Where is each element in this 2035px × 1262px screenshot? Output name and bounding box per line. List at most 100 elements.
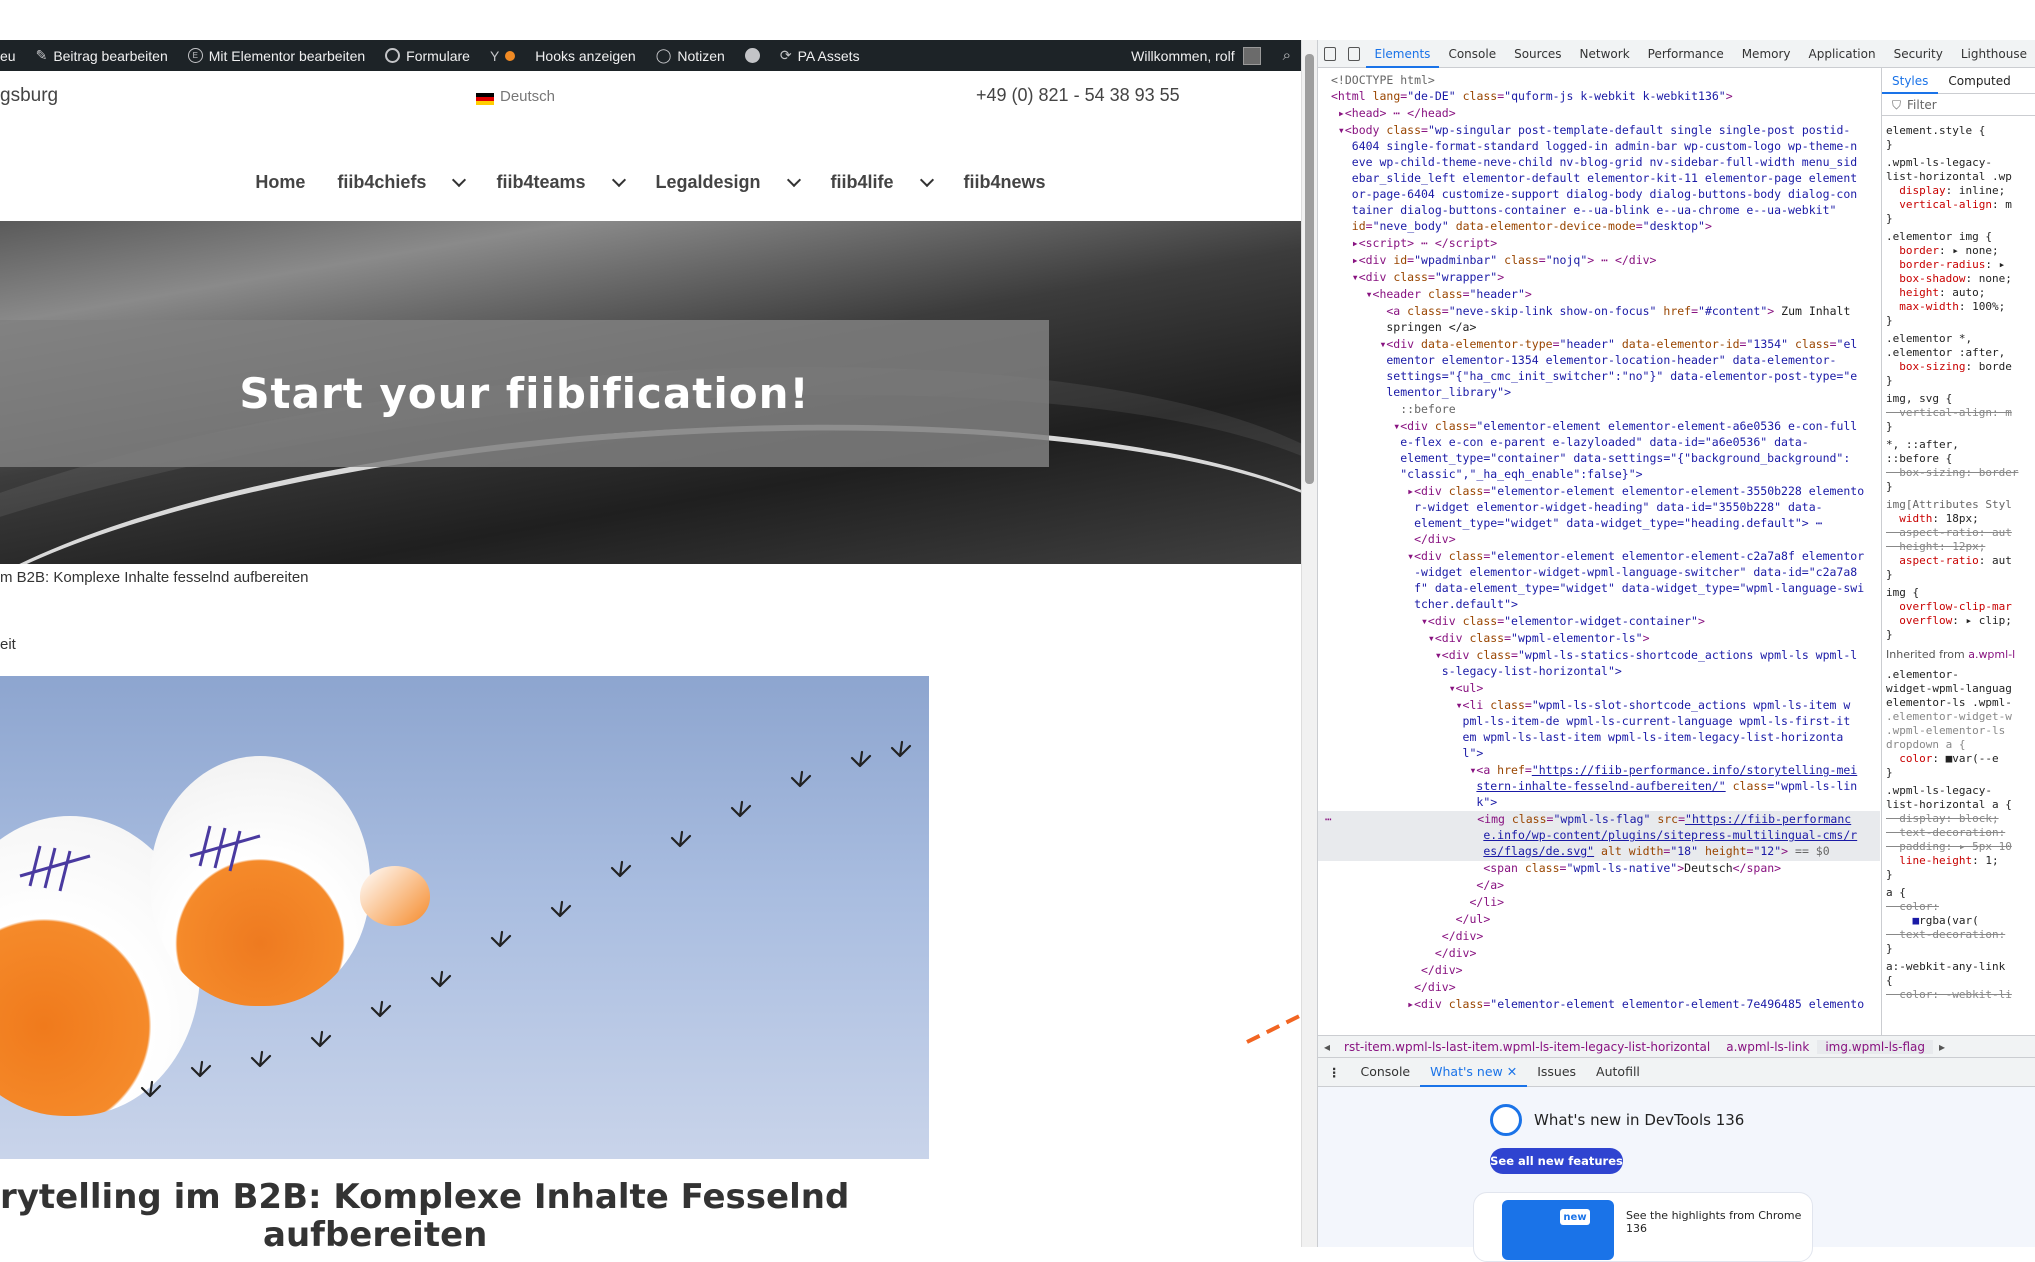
style-rule[interactable]: .wpml-elementor-ls (1886, 724, 2005, 738)
dom-line[interactable]: ▾<a href="https://fiib-performance.info/… (1331, 762, 1857, 779)
dom-line[interactable]: ▸<head> ⋯ </head> (1331, 105, 1456, 122)
dom-line[interactable]: ▾<div class="elementor-element elementor… (1331, 548, 1864, 565)
tab-lighthouse[interactable]: Lighthouse (1952, 40, 2035, 68)
dom-line[interactable]: </div> (1331, 979, 1456, 996)
dom-line[interactable]: </div> (1331, 531, 1456, 548)
style-rule[interactable]: box-shadow: none; (1886, 272, 2012, 286)
style-rule[interactable]: border-radius: ▸ (1886, 258, 2005, 272)
style-rule[interactable]: display: inline; (1886, 184, 2005, 198)
dom-line[interactable]: lementor_library"> (1331, 384, 1511, 401)
dom-line[interactable]: l"> (1331, 745, 1484, 762)
admin-item-notes[interactable]: ◯ Notizen (656, 47, 725, 64)
style-rule[interactable]: } (1886, 314, 1893, 328)
dom-line[interactable]: <html lang="de-DE" class="quform-js k-we… (1331, 88, 1733, 105)
style-rule[interactable]: a { (1886, 886, 1906, 900)
style-rule[interactable]: } (1886, 374, 1893, 388)
dom-line[interactable]: </a> (1331, 877, 1504, 894)
style-rule[interactable]: width: 18px; (1886, 512, 1978, 526)
style-rule[interactable]: } (1886, 942, 1893, 956)
tab-elements[interactable]: Elements (1365, 40, 1440, 68)
tab-sources[interactable]: Sources (1505, 40, 1570, 68)
see-all-features-button[interactable]: See all new features (1490, 1148, 1623, 1174)
admin-item-pa-assets[interactable]: ⟳ PA Assets (780, 47, 860, 64)
page-scrollbar[interactable] (1301, 40, 1317, 1247)
dom-line[interactable]: ▸<script> ⋯ </script> (1331, 235, 1497, 252)
nav-item-legaldesign[interactable]: Legaldesign (656, 172, 801, 193)
dom-line[interactable]: </li> (1331, 894, 1504, 911)
style-rule[interactable]: *, ::after, (1886, 438, 1959, 452)
style-rule[interactable]: list-horizontal a { (1886, 798, 2012, 812)
admin-item-plugin[interactable] (744, 48, 760, 63)
kebab-menu-icon[interactable]: ⋮ (1318, 1065, 1351, 1080)
style-rule[interactable]: padding: ▸ 5px 10 (1886, 840, 2012, 854)
style-rule[interactable]: color: (1886, 900, 1939, 914)
style-rule[interactable]: aspect-ratio: aut (1886, 554, 2012, 568)
style-rule[interactable]: } (1886, 628, 1893, 642)
style-rule[interactable]: .elementor *, (1886, 332, 1972, 346)
nav-item-fiib4chiefs[interactable]: fiib4chiefs (337, 172, 467, 193)
dom-line[interactable]: s-legacy-list-horizontal"> (1331, 663, 1622, 680)
tab-computed[interactable]: Computed (1938, 68, 2020, 94)
dom-line[interactable]: tcher.default"> (1331, 596, 1518, 613)
style-rule[interactable]: max-width: 100%; (1886, 300, 2005, 314)
admin-item-elementor[interactable]: E Mit Elementor bearbeiten (187, 48, 365, 64)
style-rule[interactable]: } (1886, 420, 1893, 434)
style-rule[interactable]: vertical-align: m (1886, 198, 2012, 212)
chevron-down-icon[interactable] (452, 172, 467, 187)
style-rule[interactable]: .elementor :after, (1886, 346, 2005, 360)
dom-crumb-active[interactable]: img.wpml-ls-flag (1817, 1039, 1934, 1054)
style-rule[interactable]: img[Attributes Styl (1886, 498, 2012, 512)
style-rule[interactable]: text-decoration: (1886, 928, 2005, 942)
dom-line[interactable]: 6404 single-format-standard logged-in ad… (1331, 138, 1857, 155)
style-rule[interactable]: elementor-ls .wpml- (1886, 696, 2012, 710)
style-rule[interactable]: list-horizontal .wp (1886, 170, 2012, 184)
dom-line[interactable]: r-widget elementor-widget-heading" data-… (1331, 499, 1823, 516)
admin-item-forms[interactable]: Formulare (385, 48, 470, 64)
dom-line[interactable]: ▾<div class="wrapper"> (1331, 269, 1504, 286)
tab-performance[interactable]: Performance (1639, 40, 1733, 68)
nav-item-fiib4life[interactable]: fiib4life (831, 172, 934, 193)
dom-line[interactable]: e-flex e-con e-parent e-lazyloaded" data… (1331, 434, 1809, 451)
dom-line[interactable]: </div> (1331, 945, 1477, 962)
style-rule[interactable]: border: ▸ none; (1886, 244, 1998, 258)
dom-line[interactable]: e.info/wp-content/plugins/sitepress-mult… (1331, 827, 1857, 844)
tab-console[interactable]: Console (1439, 40, 1505, 68)
style-rule[interactable]: aspect-ratio: aut (1886, 526, 2012, 540)
dom-line[interactable]: pml-ls-item-de wpml-ls-current-language … (1331, 713, 1851, 730)
dom-line[interactable]: springen </a> (1331, 319, 1476, 336)
style-rule[interactable]: overflow-clip-mar (1886, 600, 2012, 614)
dom-line[interactable]: ▾<div class="elementor-widget-container"… (1331, 613, 1705, 630)
style-rule[interactable]: overflow: ▸ clip; (1886, 614, 2012, 628)
style-rule[interactable]: a:-webkit-any-link (1886, 960, 2005, 974)
dom-line[interactable]: ementor elementor-1354 elementor-locatio… (1331, 352, 1836, 369)
style-rule[interactable]: .wpml-ls-legacy- (1886, 156, 1992, 170)
style-rule[interactable]: line-height: 1; (1886, 854, 1998, 868)
style-rule[interactable]: display: block; (1886, 812, 1998, 826)
style-rule[interactable]: .elementor img { (1886, 230, 1992, 244)
dom-line[interactable]: </div> (1331, 928, 1484, 945)
drawer-tab-autofill[interactable]: Autofill (1586, 1057, 1650, 1087)
style-rule[interactable]: ■rgba(var( (1886, 914, 1979, 928)
dom-line[interactable]: k"> (1331, 794, 1497, 811)
tab-styles[interactable]: Styles (1882, 68, 1939, 94)
style-rule[interactable]: color: -webkit-li (1886, 988, 2012, 1002)
dom-line[interactable]: es/flags/de.svg" alt width="18" height="… (1331, 843, 1829, 860)
dom-crumb[interactable]: a.wpml-ls-link (1718, 1040, 1817, 1054)
chevron-left-icon[interactable]: ◂ (1318, 1040, 1336, 1054)
dom-line[interactable]: element_type="container" data-settings="… (1331, 450, 1850, 467)
style-rule[interactable]: vertical-align: m (1886, 406, 2012, 420)
drawer-tab-whats-new[interactable]: What's new ✕ (1420, 1057, 1528, 1087)
search-icon[interactable]: ⌕ (1283, 47, 1291, 64)
dom-line[interactable]: ▾<div data-elementor-type="header" data-… (1331, 336, 1857, 353)
dom-line[interactable]: "classic","_ha_eqh_enable":false}"> (1331, 466, 1642, 483)
style-rule[interactable]: } (1886, 480, 1893, 494)
dom-line[interactable]: <a class="neve-skip-link show-on-focus" … (1331, 303, 1850, 320)
dom-line[interactable]: id="neve_body" data-elementor-device-mod… (1331, 218, 1712, 235)
dom-line[interactable]: </div> (1331, 962, 1463, 979)
style-rule[interactable]: } (1886, 766, 1893, 780)
inspect-icon[interactable] (1324, 46, 1336, 61)
dom-line[interactable]: stern-inhalte-fesselnd-aufbereiten/" cla… (1331, 778, 1857, 795)
dom-line[interactable]: settings="{"ha_cmc_init_switcher":"no"}"… (1331, 368, 1857, 385)
tab-security[interactable]: Security (1885, 40, 1952, 68)
dom-line[interactable]: ▾<header class="header"> (1331, 286, 1532, 303)
